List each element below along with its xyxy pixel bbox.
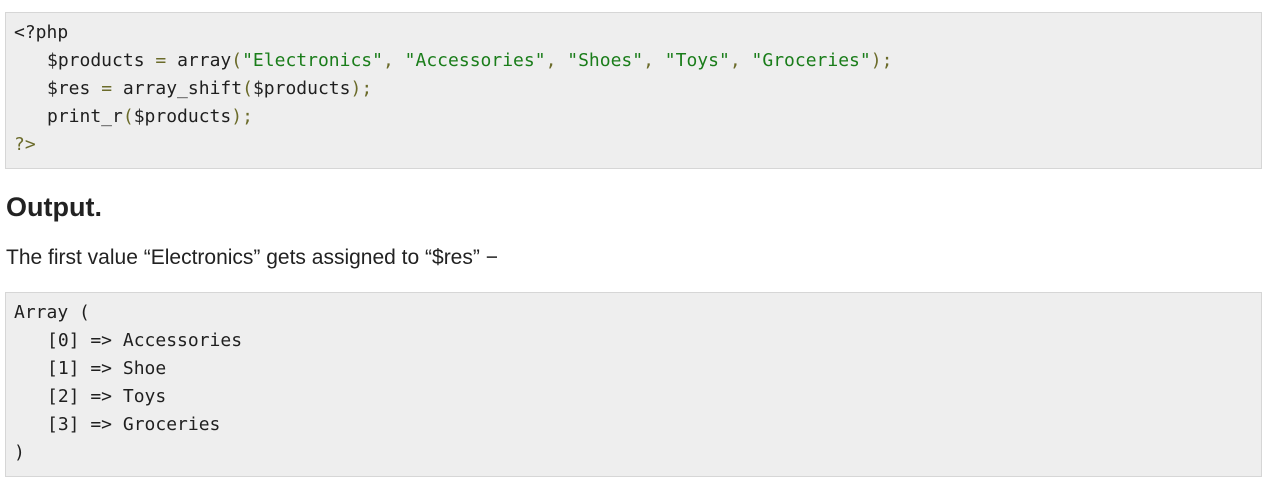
comma-sep: , xyxy=(643,50,665,71)
assign-op: = xyxy=(90,78,123,99)
res-var: $res xyxy=(47,78,91,99)
open-paren: ( xyxy=(242,78,253,99)
code-line-products: $products = array("Electronics", "Access… xyxy=(14,47,1253,75)
open-paren: ( xyxy=(122,106,134,127)
output-entry: [0] => Accessories xyxy=(47,330,243,351)
print-r-func: print_r xyxy=(47,106,123,127)
close-paren: ); xyxy=(870,50,893,71)
close-paren: ); xyxy=(350,78,373,99)
output-entry: [3] => Groceries xyxy=(47,414,221,435)
output-entry: [2] => Toys xyxy=(47,386,167,407)
output-close-line: ) xyxy=(14,442,25,463)
products-var: $products xyxy=(47,50,145,71)
output-description: The first value “Electronics” gets assig… xyxy=(6,246,498,269)
array-shift-func: array_shift xyxy=(122,78,243,99)
php-open-tag: <?php xyxy=(14,22,69,43)
products-arg: $products xyxy=(133,106,232,127)
string-item: "Accessories" xyxy=(404,50,546,71)
array-func: array xyxy=(177,50,232,71)
close-paren: ); xyxy=(231,106,253,127)
output-heading: Output. xyxy=(6,192,102,222)
code-line-res: $res = array_shift($products); xyxy=(14,75,1253,103)
php-close-tag-line: ?> xyxy=(14,131,1253,159)
open-paren: ( xyxy=(231,50,243,71)
output-open-line: Array ( xyxy=(14,302,90,323)
assign-op: = xyxy=(144,50,178,71)
string-item: "Electronics" xyxy=(242,50,383,71)
products-arg: $products xyxy=(252,78,351,99)
string-item: "Toys" xyxy=(664,50,730,71)
string-item: "Groceries" xyxy=(751,50,871,71)
code-line-print: print_r($products); xyxy=(14,103,1253,131)
comma-sep: , xyxy=(729,50,752,71)
php-code-block: <?php $products = array("Electronics", "A… xyxy=(5,12,1262,169)
output-code-block: Array ( [0] => Accessories [1] => Shoe [2] … xyxy=(5,292,1262,477)
comma-sep: , xyxy=(382,50,405,71)
output-entry: [1] => Shoe xyxy=(47,358,167,379)
php-open-tag-line: <?php xyxy=(14,19,1253,47)
comma-sep: , xyxy=(545,50,568,71)
string-item: "Shoes" xyxy=(567,50,644,71)
php-close-tag: ?> xyxy=(14,134,36,155)
